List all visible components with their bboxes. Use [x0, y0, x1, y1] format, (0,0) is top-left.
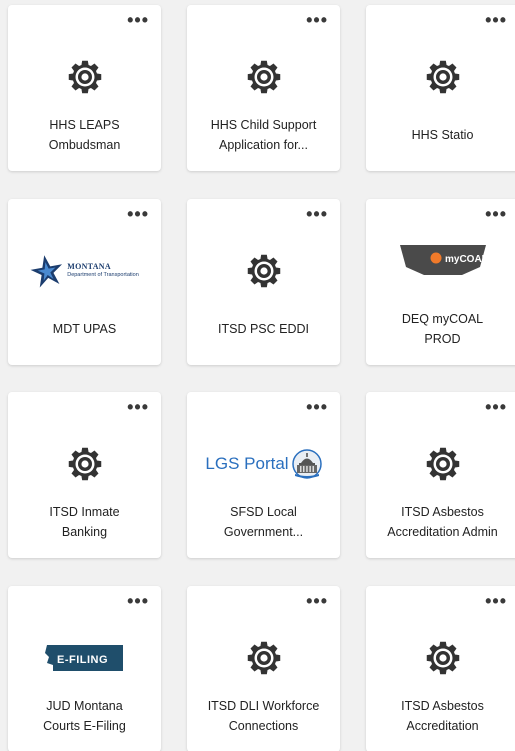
- more-options-icon[interactable]: •••: [127, 592, 149, 610]
- app-tile-deq-mycoal-prod[interactable]: ••• myCOAL DEQ myCOAL PROD: [366, 199, 515, 365]
- app-tile-sfsd-local-government[interactable]: ••• LGS Portal SFSD Local Government...: [187, 392, 340, 558]
- star-icon: [30, 255, 63, 288]
- gear-icon: [8, 55, 161, 99]
- gear-icon: [187, 249, 340, 293]
- app-tile-label: HHS Child Support Application for...: [210, 118, 317, 152]
- capitol-icon: [291, 449, 322, 479]
- more-options-icon[interactable]: •••: [306, 398, 328, 416]
- more-options-icon[interactable]: •••: [485, 11, 507, 29]
- more-options-icon[interactable]: •••: [485, 592, 507, 610]
- gear-icon: [366, 442, 515, 486]
- app-tile-itsd-asbestos-accreditation-admin[interactable]: ••• ITSD Asbestos Accreditation Admin: [366, 392, 515, 558]
- app-tile-hhs-statio[interactable]: ••• HHS Statio: [366, 5, 515, 171]
- app-tile-label: HHS LEAPS Ombudsman: [48, 118, 121, 152]
- app-tile-mdt-upas[interactable]: ••• MONTANA Department of Transportation…: [8, 199, 161, 365]
- logo-text: myCOAL: [445, 254, 488, 265]
- more-options-icon[interactable]: •••: [127, 205, 149, 223]
- app-tile-label: ITSD Asbestos Accreditation Admin: [387, 505, 498, 539]
- gear-icon: [8, 442, 161, 486]
- logo-text: MONTANA: [67, 262, 111, 271]
- app-tile-hhs-child-support[interactable]: ••• HHS Child Support Application for...: [187, 5, 340, 171]
- logo-subtext: Department of Transportation: [67, 272, 139, 278]
- app-tile-label: SFSD Local Government...: [223, 505, 304, 539]
- more-options-icon[interactable]: •••: [306, 592, 328, 610]
- app-tile-hhs-leaps-ombudsman[interactable]: ••• HHS LEAPS Ombudsman: [8, 5, 161, 171]
- app-tile-itsd-dli-workforce-connections[interactable]: ••• ITSD DLI Workforce Connections: [187, 586, 340, 751]
- montana-dot-logo: MONTANA Department of Transportation: [8, 249, 161, 293]
- more-options-icon[interactable]: •••: [485, 205, 507, 223]
- app-tile-grid: ••• HHS LEAPS Ombudsman ••• HHS Child Sup…: [0, 0, 515, 751]
- more-options-icon[interactable]: •••: [127, 11, 149, 29]
- app-tile-itsd-asbestos-accreditation[interactable]: ••• ITSD Asbestos Accreditation: [366, 586, 515, 751]
- more-options-icon[interactable]: •••: [127, 398, 149, 416]
- app-tile-itsd-psc-eddi[interactable]: ••• ITSD PSC EDDI: [187, 199, 340, 365]
- more-options-icon[interactable]: •••: [306, 11, 328, 29]
- app-tile-label: ITSD Asbestos Accreditation: [401, 699, 484, 733]
- app-tile-itsd-inmate-banking[interactable]: ••• ITSD Inmate Banking: [8, 392, 161, 558]
- logo-text: E-FILING: [57, 654, 108, 666]
- app-tile-label: MDT UPAS: [52, 322, 117, 336]
- gear-icon: [187, 636, 340, 680]
- gear-icon: [366, 55, 515, 99]
- lgs-portal-logo: LGS Portal: [187, 442, 340, 486]
- app-tile-label: ITSD DLI Workforce Connections: [207, 699, 320, 733]
- mycoal-logo: myCOAL: [366, 241, 515, 285]
- app-tile-label: JUD Montana Courts E-Filing: [43, 699, 126, 733]
- app-tile-label: ITSD Inmate Banking: [49, 505, 120, 539]
- gear-icon: [366, 636, 515, 680]
- more-options-icon[interactable]: •••: [485, 398, 507, 416]
- app-tile-label: DEQ myCOAL PROD: [401, 312, 484, 346]
- app-tile-jud-montana-courts-efiling[interactable]: ••• E-FILING JUD Montana Courts E-Filing: [8, 586, 161, 751]
- efiling-logo: E-FILING: [8, 636, 161, 680]
- app-tile-label: HHS Statio: [411, 128, 474, 142]
- logo-text: LGS Portal: [205, 454, 289, 473]
- more-options-icon[interactable]: •••: [306, 205, 328, 223]
- gear-icon: [187, 55, 340, 99]
- app-tile-label: ITSD PSC EDDI: [218, 322, 309, 336]
